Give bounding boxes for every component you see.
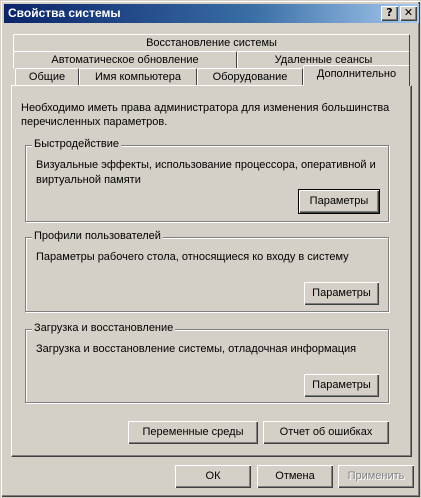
- user-profiles-description: Параметры рабочего стола, относящиеся ко…: [36, 251, 349, 263]
- user-profiles-settings-button[interactable]: Параметры: [304, 282, 379, 305]
- tab-system-restore[interactable]: Восстановление системы: [13, 34, 410, 52]
- tab-hardware[interactable]: Оборудование: [197, 68, 303, 86]
- error-reporting-button[interactable]: Отчет об ошибках: [263, 421, 389, 444]
- user-profiles-group-title: Профили пользователей: [32, 230, 163, 242]
- tab-automatic-updates[interactable]: Автоматическое обновление: [13, 51, 237, 69]
- startup-recovery-settings-button[interactable]: Параметры: [304, 374, 379, 397]
- window-title: Свойства системы: [8, 6, 121, 20]
- help-button[interactable]: ?: [381, 6, 398, 21]
- tab-advanced[interactable]: Дополнительно: [303, 65, 410, 86]
- performance-group-title: Быстродействие: [32, 138, 121, 150]
- tab-computer-name[interactable]: Имя компьютера: [79, 68, 197, 86]
- cancel-button[interactable]: Отмена: [257, 465, 333, 488]
- admin-rights-note: Необходимо иметь права администратора дл…: [21, 102, 390, 128]
- tab-general[interactable]: Общие: [15, 68, 79, 86]
- system-properties-window: Свойства системы ? ✕ Восстановление сист…: [0, 0, 421, 498]
- startup-recovery-description: Загрузка и восстановление системы, отлад…: [36, 343, 357, 355]
- startup-recovery-group-title: Загрузка и восстановление: [32, 322, 176, 334]
- performance-settings-button[interactable]: Параметры: [299, 190, 379, 213]
- close-icon: ✕: [403, 6, 414, 19]
- performance-description: Визуальные эффекты, использование процес…: [36, 159, 376, 186]
- apply-button[interactable]: Применить: [338, 465, 414, 488]
- close-button[interactable]: ✕: [400, 6, 417, 21]
- title-bar[interactable]: Свойства системы ? ✕: [4, 4, 419, 23]
- ok-button[interactable]: ОК: [175, 465, 251, 488]
- environment-variables-button[interactable]: Переменные среды: [128, 421, 258, 444]
